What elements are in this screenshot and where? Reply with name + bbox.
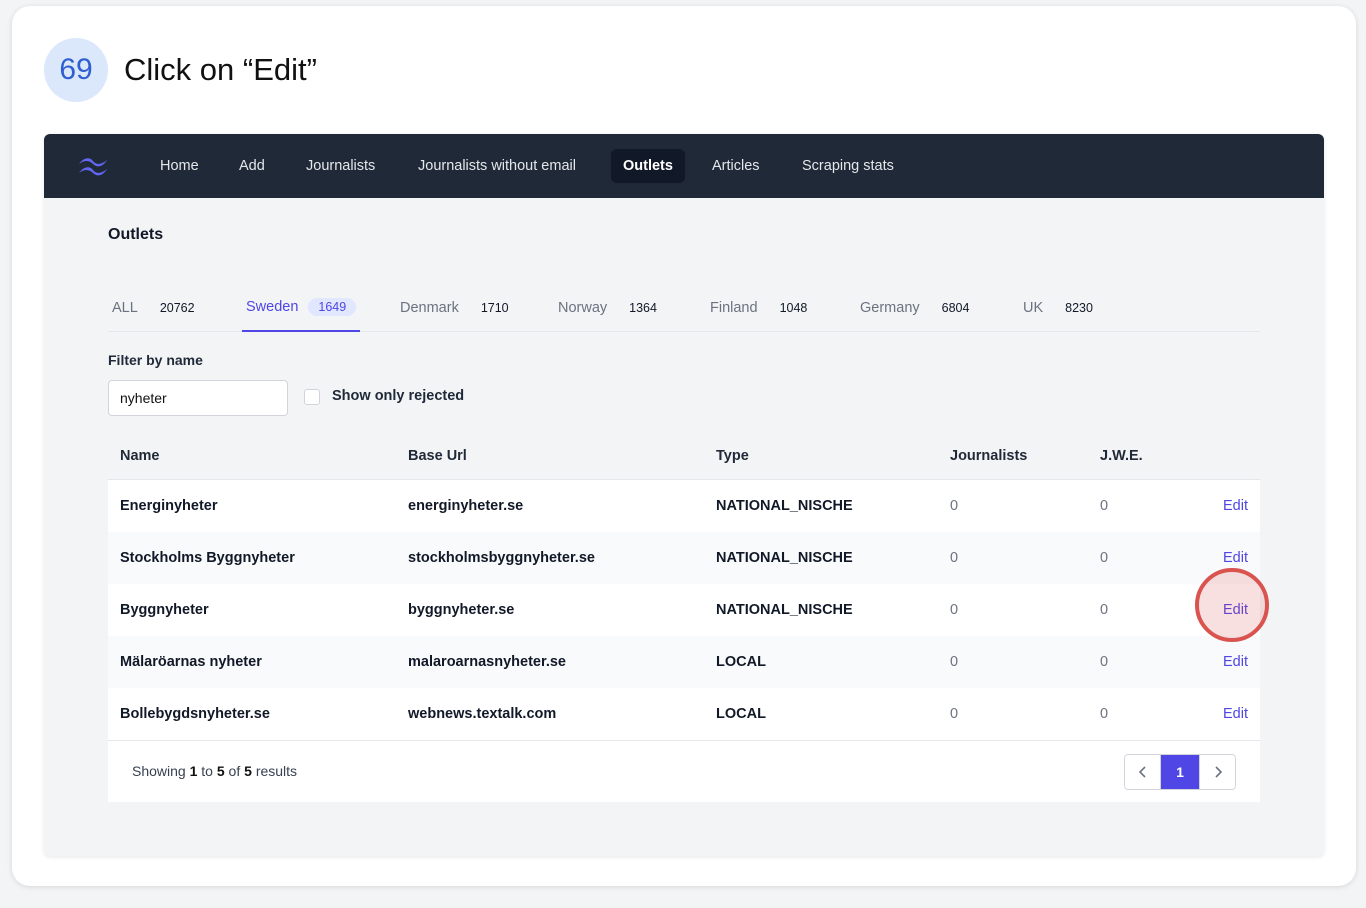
tab-count: 1048: [779, 301, 808, 315]
show-only-rejected-label[interactable]: Show only rejected: [332, 388, 464, 404]
cell-type: NATIONAL_NISCHE: [716, 550, 853, 566]
step-number-badge: 69: [44, 38, 108, 102]
cell-journalists: 0: [950, 550, 959, 566]
tab-finland[interactable]: Finland 1048: [710, 284, 807, 332]
cell-journalists: 0: [950, 654, 959, 670]
pagination-footer: Showing 1 to 5 of 5 results 1: [108, 740, 1260, 802]
tab-all[interactable]: ALL 20762: [112, 284, 195, 332]
results-summary: Showing 1 to 5 of 5 results: [132, 763, 297, 779]
cell-base-url: byggnyheter.se: [408, 602, 515, 618]
showing-prefix: Showing: [132, 763, 186, 779]
nav-add[interactable]: Add: [227, 149, 277, 183]
tutorial-card: 69 Click on “Edit” Home Add Journalists …: [12, 6, 1356, 886]
cell-name: Bollebygdsnyheter.se: [120, 706, 270, 722]
nav-articles[interactable]: Articles: [700, 149, 772, 183]
column-header-jwe: J.W.E.: [1100, 448, 1143, 464]
top-navbar: Home Add Journalists Journalists without…: [44, 134, 1324, 198]
tailwind-logo-icon[interactable]: [76, 153, 110, 179]
page-1-button[interactable]: 1: [1161, 755, 1199, 789]
tab-count: 6804: [941, 301, 970, 315]
edit-link-target[interactable]: Edit: [1223, 584, 1248, 636]
cell-type: LOCAL: [716, 706, 766, 722]
column-header-name: Name: [120, 448, 160, 464]
pagination: 1: [1124, 754, 1236, 790]
chevron-left-icon: [1138, 766, 1146, 778]
cell-name: Mälaröarnas nyheter: [120, 654, 262, 670]
edit-link[interactable]: Edit: [1223, 532, 1248, 584]
previous-page-button[interactable]: [1125, 755, 1161, 789]
cell-base-url: stockholmsbyggnyheter.se: [408, 550, 595, 566]
table-row: Byggnyheter byggnyheter.se NATIONAL_NISC…: [108, 584, 1260, 636]
cell-jwe: 0: [1100, 706, 1109, 722]
cell-base-url: energinyheter.se: [408, 498, 524, 514]
of-word: of: [228, 763, 241, 779]
table-row: Bollebygdsnyheter.se webnews.textalk.com…: [108, 688, 1260, 740]
table-header: Name Base Url Type Journalists J.W.E.: [108, 432, 1260, 480]
nav-journalists-without-email[interactable]: Journalists without email: [406, 149, 588, 183]
cell-jwe: 0: [1100, 498, 1109, 514]
tab-label: Sweden: [246, 299, 299, 315]
tab-germany[interactable]: Germany 6804: [860, 284, 969, 332]
cell-journalists: 0: [950, 498, 959, 514]
nav-home[interactable]: Home: [148, 149, 211, 183]
filter-label: Filter by name: [108, 352, 203, 368]
next-page-button[interactable]: [1199, 755, 1235, 789]
tab-norway[interactable]: Norway 1364: [558, 284, 657, 332]
nav-scraping-stats[interactable]: Scraping stats: [790, 149, 906, 183]
filter-name-input[interactable]: [108, 380, 288, 416]
cell-journalists: 0: [950, 706, 959, 722]
tab-label: Germany: [860, 300, 920, 316]
country-tabs: ALL 20762 Sweden 1649 Denmark 1710 Norwa…: [108, 284, 1260, 332]
app-screenshot: Home Add Journalists Journalists without…: [44, 134, 1324, 856]
results-suffix: results: [255, 763, 298, 779]
tab-label: Norway: [558, 300, 608, 316]
edit-link[interactable]: Edit: [1223, 480, 1248, 532]
cell-base-url: webnews.textalk.com: [408, 706, 557, 722]
cell-type: NATIONAL_NISCHE: [716, 602, 853, 618]
tab-label: UK: [1023, 300, 1044, 316]
results-from: 1: [189, 763, 198, 779]
table-row: Energinyheter energinyheter.se NATIONAL_…: [108, 480, 1260, 532]
tab-count: 20762: [159, 301, 195, 315]
column-header-type: Type: [716, 448, 749, 464]
cell-base-url: malaroarnasnyheter.se: [408, 654, 566, 670]
column-header-journalists: Journalists: [950, 448, 1028, 464]
tab-count: 1364: [629, 301, 657, 315]
tab-count: 1649: [308, 298, 357, 316]
tab-count: 8230: [1065, 301, 1093, 315]
outlets-table: Name Base Url Type Journalists J.W.E. En…: [108, 432, 1260, 802]
show-only-rejected-checkbox[interactable]: [304, 389, 320, 405]
tab-label: Denmark: [400, 300, 459, 316]
cell-type: NATIONAL_NISCHE: [716, 498, 853, 514]
step-instruction: Click on “Edit”: [124, 52, 317, 87]
chevron-right-icon: [1214, 766, 1222, 778]
edit-link[interactable]: Edit: [1223, 688, 1248, 740]
cell-name: Stockholms Byggnyheter: [120, 550, 295, 566]
table-row: Mälaröarnas nyheter malaroarnasnyheter.s…: [108, 636, 1260, 688]
tab-label: Finland: [710, 300, 758, 316]
nav-journalists[interactable]: Journalists: [294, 149, 387, 183]
tab-label: ALL: [112, 300, 138, 316]
cell-name: Energinyheter: [120, 498, 218, 514]
tab-uk[interactable]: UK 8230: [1023, 284, 1093, 332]
tab-denmark[interactable]: Denmark 1710: [400, 284, 509, 332]
cell-name: Byggnyheter: [120, 602, 209, 618]
to-word: to: [201, 763, 213, 779]
cell-journalists: 0: [950, 602, 959, 618]
table-row: Stockholms Byggnyheter stockholmsbyggnyh…: [108, 532, 1260, 584]
cell-jwe: 0: [1100, 550, 1109, 566]
cell-jwe: 0: [1100, 654, 1109, 670]
page-title: Outlets: [108, 226, 164, 243]
tab-sweden[interactable]: Sweden 1649: [242, 284, 361, 332]
column-header-base-url: Base Url: [408, 448, 467, 464]
nav-outlets[interactable]: Outlets: [611, 149, 685, 183]
results-to: 5: [216, 763, 225, 779]
edit-link[interactable]: Edit: [1223, 636, 1248, 688]
tab-count: 1710: [480, 301, 509, 315]
cell-type: LOCAL: [716, 654, 766, 670]
results-total: 5: [244, 763, 252, 779]
cell-jwe: 0: [1100, 602, 1109, 618]
